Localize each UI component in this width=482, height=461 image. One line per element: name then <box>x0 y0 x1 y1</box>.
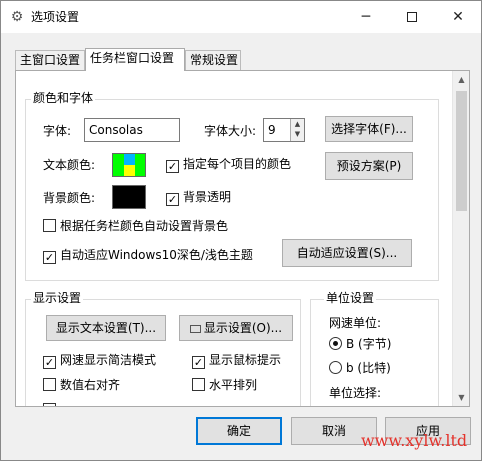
grid-icon <box>189 325 201 333</box>
unit-select-label: 单位选择: <box>329 386 382 400</box>
maximize-icon <box>407 12 417 22</box>
font-name-field[interactable]: Consolas <box>84 118 180 142</box>
preset-button[interactable]: 预设方案(P) <box>325 152 413 180</box>
speed-unit-label: 网速单位: <box>329 316 382 330</box>
radio-icon <box>329 337 342 350</box>
bg-color-label: 背景颜色: <box>43 191 96 205</box>
show-text-settings-button[interactable]: 显示文本设置(T)... <box>46 315 166 341</box>
units-group-title: 单位设置 <box>324 291 377 305</box>
checkbox-partial[interactable] <box>43 403 60 406</box>
color-font-group-title: 颜色和字体 <box>31 91 96 105</box>
unit-byte-label: B (字节) <box>346 337 392 351</box>
checkbox-icon: ✓ <box>43 356 56 369</box>
auto-bg-checkbox[interactable]: 根据任务栏颜色自动设置背景色 <box>43 219 228 233</box>
font-label: 字体: <box>43 124 72 138</box>
display-settings-button[interactable]: 显示设置(O)... <box>179 315 293 341</box>
checkbox-icon <box>43 219 56 232</box>
options-window: ⚙ 选项设置 ─ ✕ 主窗口设置 任务栏窗口设置 常规设置 颜色和字体 字体: … <box>0 0 482 461</box>
horizontal-label: 水平排列 <box>209 378 258 392</box>
font-size-value: 9 <box>268 123 276 137</box>
checkbox-icon <box>43 403 56 406</box>
gear-icon: ⚙ <box>10 9 24 25</box>
mouse-tooltip-label: 显示鼠标提示 <box>209 353 282 367</box>
auto-theme-label: 自动适应Windows10深色/浅色主题 <box>60 248 253 262</box>
font-size-spin[interactable]: ▲ ▼ <box>290 119 304 141</box>
scroll-thumb[interactable] <box>456 91 467 211</box>
display-settings-label: 显示设置(O)... <box>203 321 283 335</box>
tab-taskbar-window[interactable]: 任务栏窗口设置 <box>85 48 185 71</box>
auto-bg-label: 根据任务栏颜色自动设置背景色 <box>60 219 229 233</box>
ok-button[interactable]: 确定 <box>196 417 282 445</box>
panel-scrollbar[interactable]: ▲ ▼ <box>452 71 469 406</box>
bg-transparent-label: 背景透明 <box>183 190 232 204</box>
speed-simple-label: 网速显示简洁模式 <box>60 353 157 367</box>
checkbox-icon: ✓ <box>166 160 179 173</box>
unit-byte-radio[interactable]: B (字节) <box>329 337 391 351</box>
spin-up-icon[interactable]: ▲ <box>291 119 304 129</box>
font-size-label: 字体大小: <box>204 124 257 138</box>
scroll-down-icon[interactable]: ▼ <box>453 389 469 406</box>
mouse-tooltip-checkbox[interactable]: ✓ 显示鼠标提示 <box>192 353 281 369</box>
text-color-swatch-part <box>124 154 135 165</box>
scroll-up-icon[interactable]: ▲ <box>453 71 469 88</box>
value-right-align-checkbox[interactable]: 数值右对齐 <box>43 378 120 392</box>
text-color-swatch-part <box>124 165 135 176</box>
checkbox-icon <box>43 378 56 391</box>
spin-down-icon[interactable]: ▼ <box>291 129 304 139</box>
maximize-button[interactable] <box>389 1 435 33</box>
watermark: www.xylw.ltd <box>361 431 468 450</box>
value-right-align-label: 数值右对齐 <box>60 378 121 392</box>
checkbox-icon: ✓ <box>166 193 179 206</box>
checkbox-icon <box>192 378 205 391</box>
unit-bit-radio[interactable]: b (比特) <box>329 361 391 375</box>
close-button[interactable]: ✕ <box>435 1 481 33</box>
checkbox-icon: ✓ <box>192 356 205 369</box>
tab-main-window[interactable]: 主窗口设置 <box>15 50 85 70</box>
tab-general[interactable]: 常规设置 <box>185 50 241 70</box>
per-item-color-checkbox[interactable]: ✓ 指定每个项目的颜色 <box>166 157 291 173</box>
choose-font-button[interactable]: 选择字体(F)... <box>325 116 413 142</box>
text-color-label: 文本颜色: <box>43 158 96 172</box>
display-group-title: 显示设置 <box>31 291 84 305</box>
minimize-button[interactable]: ─ <box>343 1 389 33</box>
bg-color-swatch[interactable] <box>112 185 146 209</box>
per-item-color-label: 指定每个项目的颜色 <box>183 157 292 171</box>
checkbox-icon: ✓ <box>43 251 56 264</box>
tab-panel: 颜色和字体 字体: Consolas 字体大小: 9 ▲ ▼ 选择字体(F)..… <box>15 70 470 407</box>
title-bar: ⚙ 选项设置 ─ ✕ <box>1 1 481 33</box>
horizontal-checkbox[interactable]: 水平排列 <box>192 378 257 392</box>
text-color-swatch[interactable] <box>112 153 146 177</box>
auto-theme-settings-button[interactable]: 自动适应设置(S)... <box>282 239 412 267</box>
window-title: 选项设置 <box>31 10 80 24</box>
bg-transparent-checkbox[interactable]: ✓ 背景透明 <box>166 190 231 206</box>
unit-bit-label: b (比特) <box>346 361 391 375</box>
radio-icon <box>329 361 342 374</box>
speed-simple-checkbox[interactable]: ✓ 网速显示简洁模式 <box>43 353 156 369</box>
auto-theme-checkbox[interactable]: ✓ 自动适应Windows10深色/浅色主题 <box>43 248 253 264</box>
